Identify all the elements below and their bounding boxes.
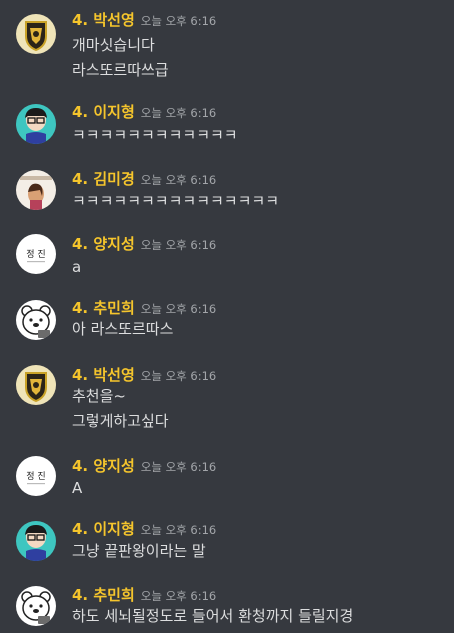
message-timestamp: 오늘 오후 6:16 bbox=[140, 238, 217, 252]
message-text: 하도 세뇌될정도로 들어서 환청까지 들릴지경 bbox=[72, 607, 354, 625]
jeongjin-text-avatar[interactable]: 정 진 bbox=[16, 234, 56, 274]
message-header: 4. 양지성 오늘 오후 6:16 bbox=[72, 234, 216, 254]
message-text: 아 라스또르따스 bbox=[72, 320, 174, 338]
author-name[interactable]: 4. 추민희 bbox=[72, 586, 135, 604]
cartoon-boy-avatar[interactable] bbox=[16, 521, 56, 561]
message-timestamp: 오늘 오후 6:16 bbox=[140, 173, 217, 187]
message-timestamp: 오늘 오후 6:16 bbox=[140, 589, 217, 603]
author-name[interactable]: 4. 양지성 bbox=[72, 457, 135, 475]
message-text: 개마싯습니다 bbox=[72, 36, 155, 54]
message-timestamp: 오늘 오후 6:16 bbox=[140, 523, 217, 537]
author-name[interactable]: 4. 김미경 bbox=[72, 170, 135, 188]
message-text: A bbox=[72, 479, 83, 497]
author-name[interactable]: 4. 이지형 bbox=[72, 520, 135, 538]
author-name[interactable]: 4. 박선영 bbox=[72, 11, 135, 29]
message-timestamp: 오늘 오후 6:16 bbox=[140, 460, 217, 474]
message-text: a bbox=[72, 258, 82, 276]
message-header: 4. 박선영 오늘 오후 6:16 bbox=[72, 10, 216, 30]
avatar-label: 정 진 bbox=[26, 249, 45, 260]
message-header: 4. 양지성 오늘 오후 6:16 bbox=[72, 456, 216, 476]
hufflepuff-crest-avatar[interactable] bbox=[16, 14, 56, 54]
jeongjin-text-avatar[interactable]: 정 진 bbox=[16, 456, 56, 496]
message-header: 4. 추민희 오늘 오후 6:16 bbox=[72, 298, 216, 318]
message-header: 4. 김미경 오늘 오후 6:16 bbox=[72, 169, 216, 189]
message-header: 4. 박선영 오늘 오후 6:16 bbox=[72, 365, 216, 385]
message-text: 라스또르따쓰급 bbox=[72, 61, 169, 79]
author-name[interactable]: 4. 양지성 bbox=[72, 235, 135, 253]
bear-avatar[interactable] bbox=[16, 586, 56, 626]
author-name[interactable]: 4. 추민희 bbox=[72, 299, 135, 317]
message-header: 4. 이지형 오늘 오후 6:16 bbox=[72, 102, 216, 122]
message-header: 4. 추민희 오늘 오후 6:16 bbox=[72, 585, 216, 605]
message-text: ㅋㅋㅋㅋㅋㅋㅋㅋㅋㅋㅋㅋㅋㅋㅋ bbox=[72, 192, 280, 210]
bear-avatar[interactable] bbox=[16, 300, 56, 340]
message-header: 4. 이지형 오늘 오후 6:16 bbox=[72, 519, 216, 539]
message-text: 그렇게하고싶다 bbox=[72, 412, 169, 430]
message-timestamp: 오늘 오후 6:16 bbox=[140, 106, 217, 120]
author-name[interactable]: 4. 이지형 bbox=[72, 103, 135, 121]
cartoon-boy-avatar[interactable] bbox=[16, 104, 56, 144]
message-timestamp: 오늘 오후 6:16 bbox=[140, 369, 217, 383]
message-text: ㅋㅋㅋㅋㅋㅋㅋㅋㅋㅋㅋㅋ bbox=[72, 126, 238, 144]
photo-avatar[interactable] bbox=[16, 170, 56, 210]
message-text: 그냥 끝판왕이라는 말 bbox=[72, 542, 206, 560]
message-timestamp: 오늘 오후 6:16 bbox=[140, 14, 217, 28]
hufflepuff-crest-avatar[interactable] bbox=[16, 365, 56, 405]
message-timestamp: 오늘 오후 6:16 bbox=[140, 302, 217, 316]
message-text: 추천을~ bbox=[72, 387, 126, 405]
author-name[interactable]: 4. 박선영 bbox=[72, 366, 135, 384]
avatar-label: 정 진 bbox=[26, 471, 45, 482]
